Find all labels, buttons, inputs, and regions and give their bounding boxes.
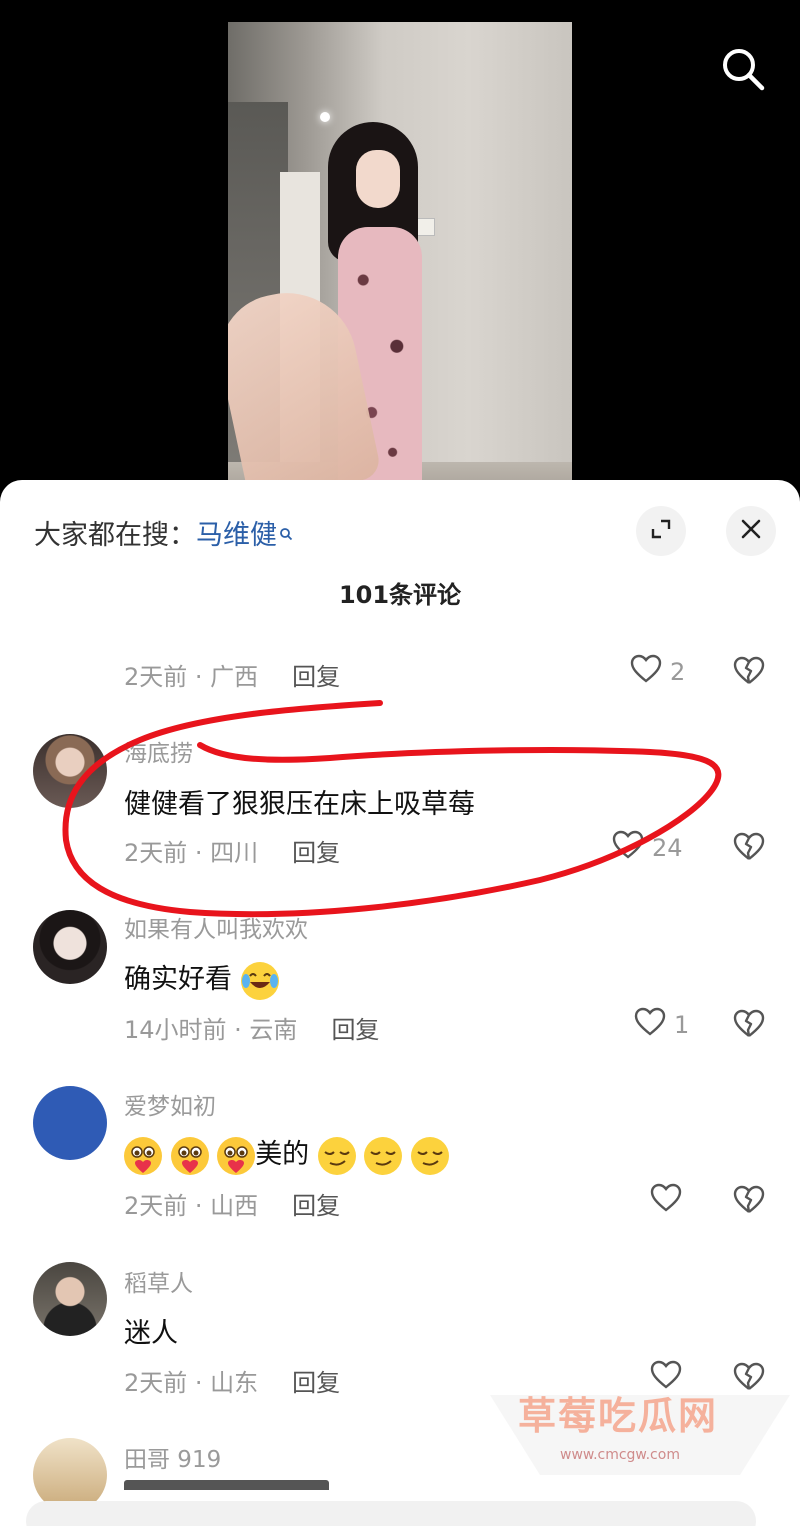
comment-time-location: 2天前 · 广西 bbox=[124, 663, 259, 691]
comment-time-location: 14小时前 · 云南 bbox=[124, 1016, 298, 1044]
reply-button[interactable]: 回复 bbox=[331, 1016, 379, 1044]
avatar[interactable] bbox=[33, 734, 107, 808]
like-count: 24 bbox=[652, 834, 683, 862]
reply-button[interactable]: 回复 bbox=[292, 663, 340, 691]
comment-username[interactable]: 如果有人叫我欢欢 bbox=[124, 910, 308, 944]
reply-button[interactable]: 回复 bbox=[292, 1192, 340, 1220]
like-button[interactable]: 1 bbox=[634, 1007, 690, 1043]
trending-prefix: 大家都在搜： bbox=[34, 520, 196, 551]
close-icon bbox=[740, 518, 762, 544]
broken-heart-icon bbox=[733, 1009, 765, 1043]
comment-time-location: 2天前 · 山东 bbox=[124, 1369, 259, 1397]
comment-input[interactable] bbox=[26, 1501, 756, 1526]
sheet-header: 大家都在搜：马维健 bbox=[0, 480, 800, 580]
broken-heart-icon bbox=[733, 1362, 765, 1396]
comment-image-preview bbox=[124, 1480, 329, 1490]
comment-meta: 2天前 · 四川 回复 bbox=[124, 833, 340, 867]
broken-heart-icon bbox=[733, 1185, 765, 1219]
comment-meta: 2天前 · 山西 回复 bbox=[124, 1186, 340, 1220]
smirk-emoji-icon bbox=[317, 1136, 356, 1175]
comment-meta: 2天前 · 山东 回复 bbox=[124, 1363, 340, 1397]
reply-button[interactable]: 回复 bbox=[292, 1369, 340, 1397]
like-button[interactable] bbox=[650, 1360, 682, 1396]
search-icon[interactable] bbox=[718, 44, 768, 94]
comment-text: 确实好看 bbox=[124, 957, 279, 1000]
avatar[interactable] bbox=[33, 910, 107, 984]
comment-username[interactable]: 海底捞 bbox=[124, 734, 193, 768]
trending-keyword[interactable]: 马维健 bbox=[196, 520, 277, 551]
comment-username[interactable]: 田哥 919 bbox=[124, 1440, 221, 1474]
comment-username[interactable]: 爱梦如初 bbox=[124, 1087, 216, 1121]
heart-icon bbox=[630, 654, 662, 690]
dislike-button[interactable] bbox=[733, 1362, 765, 1394]
video-frame[interactable] bbox=[228, 22, 572, 492]
comment-text: 迷人 bbox=[124, 1318, 178, 1349]
comment-time-location: 2天前 · 四川 bbox=[124, 839, 259, 867]
like-count: 2 bbox=[670, 658, 686, 686]
comment-meta: 14小时前 · 云南 回复 bbox=[124, 1010, 379, 1044]
dislike-button[interactable] bbox=[733, 656, 765, 688]
comment-sheet: 大家都在搜：马维健 101条评论 2天前 · 广西 回复 2 海底捞 健健看了狠… bbox=[0, 480, 800, 1526]
video-player[interactable] bbox=[0, 0, 800, 500]
like-count: 1 bbox=[674, 1011, 690, 1039]
comment-username[interactable]: 稻草人 bbox=[124, 1264, 193, 1298]
heart-icon bbox=[612, 830, 644, 866]
comment-count: 101条评论 bbox=[338, 581, 462, 609]
comment-text: 健健看了狠狠压在床上吸草莓 bbox=[124, 789, 475, 820]
comment-text-content: 美的 bbox=[255, 1139, 310, 1170]
comment-time-location: 2天前 · 山西 bbox=[124, 1192, 259, 1220]
expand-icon bbox=[650, 518, 672, 544]
avatar[interactable] bbox=[33, 1086, 107, 1160]
comment-meta: 2天前 · 广西 回复 bbox=[124, 657, 340, 691]
reply-button[interactable]: 回复 bbox=[292, 839, 340, 867]
broken-heart-icon bbox=[733, 832, 765, 866]
video-light bbox=[320, 112, 330, 122]
loving-face-emoji-icon bbox=[170, 1136, 209, 1175]
like-button[interactable] bbox=[650, 1183, 682, 1219]
keyword-search-icon bbox=[279, 517, 293, 541]
expand-button[interactable] bbox=[636, 506, 686, 556]
dislike-button[interactable] bbox=[733, 1009, 765, 1041]
video-figure-face bbox=[356, 150, 400, 208]
dislike-button[interactable] bbox=[733, 1185, 765, 1217]
heart-icon bbox=[650, 1360, 682, 1396]
avatar[interactable] bbox=[33, 1262, 107, 1336]
loving-face-emoji-icon bbox=[217, 1136, 256, 1175]
smirk-emoji-icon bbox=[410, 1136, 449, 1175]
like-button[interactable]: 24 bbox=[612, 830, 683, 866]
comment-text-content: 确实好看 bbox=[124, 964, 232, 995]
broken-heart-icon bbox=[733, 656, 765, 690]
comment-text: 美的 bbox=[124, 1132, 449, 1175]
smirk-emoji-icon bbox=[364, 1136, 403, 1175]
heart-icon bbox=[650, 1183, 682, 1219]
trending-search[interactable]: 大家都在搜：马维健 bbox=[34, 513, 293, 552]
heart-icon bbox=[634, 1007, 666, 1043]
loving-face-emoji-icon bbox=[124, 1136, 162, 1175]
like-button[interactable]: 2 bbox=[630, 654, 686, 690]
laughing-crying-emoji-icon bbox=[240, 961, 279, 1000]
dislike-button[interactable] bbox=[733, 832, 765, 864]
close-button[interactable] bbox=[726, 506, 776, 556]
